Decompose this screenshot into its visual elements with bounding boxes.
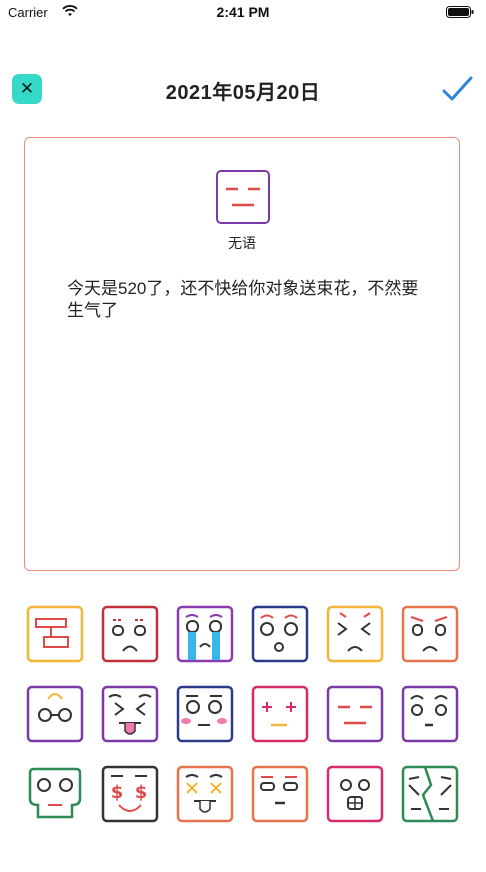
worried-face-icon[interactable] <box>401 685 459 743</box>
money-face-icon[interactable]: $ $ <box>101 765 159 823</box>
plus-eyes-face-icon[interactable] <box>251 685 309 743</box>
diary-entry-card: 无语 今天是520了，还不快给你对象送束花，不然要生气了 <box>24 137 460 571</box>
bored-face-icon[interactable] <box>251 765 309 823</box>
mood-label: 无语 <box>228 235 256 251</box>
upset-face-icon[interactable] <box>401 605 459 663</box>
annoyed-face-icon[interactable] <box>326 605 384 663</box>
glasses-face-icon[interactable] <box>26 685 84 743</box>
dizzy-face-icon[interactable] <box>176 765 234 823</box>
battery-icon <box>446 6 474 18</box>
svg-text:$: $ <box>111 782 124 803</box>
status-bar: Carrier 2:41 PM <box>0 0 486 26</box>
broken-face-icon[interactable] <box>401 765 459 823</box>
blushing-face-icon[interactable] <box>176 685 234 743</box>
tongue-face-icon[interactable] <box>101 685 159 743</box>
speechless-face-icon[interactable] <box>326 685 384 743</box>
svg-text:$: $ <box>135 782 148 803</box>
sad-face-icon[interactable] <box>101 605 159 663</box>
speechless-mood-icon <box>216 170 270 224</box>
diary-text-area[interactable]: 今天是520了，还不快给你对象送束花，不然要生气了 <box>67 278 427 322</box>
nav-bar: ✕ 2021年05月20日 <box>0 60 486 112</box>
mood-picker-grid: $ $ <box>24 603 464 833</box>
date-title: 2021年05月20日 <box>165 82 321 104</box>
robot-face-icon[interactable] <box>26 605 84 663</box>
surprised-face-icon[interactable] <box>251 605 309 663</box>
nose-face-icon[interactable] <box>326 765 384 823</box>
crying-face-icon[interactable] <box>176 605 234 663</box>
skull-face-icon[interactable] <box>26 765 84 823</box>
status-time: 2:41 PM <box>216 4 270 20</box>
checkmark-icon[interactable] <box>440 72 474 106</box>
